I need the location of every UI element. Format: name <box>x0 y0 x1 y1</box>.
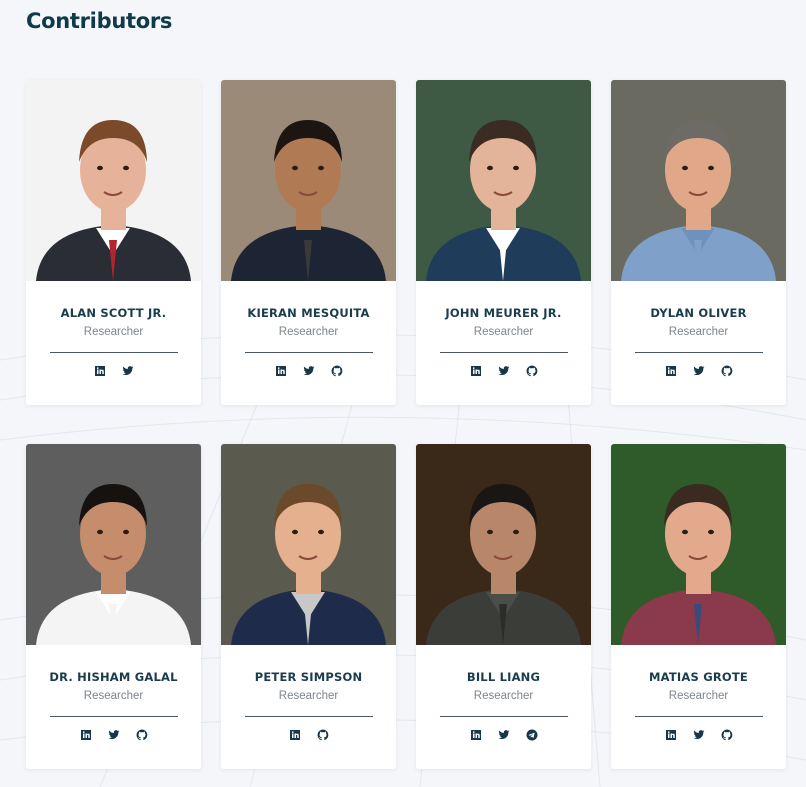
contributor-name: MATIAS GROTE <box>649 670 748 684</box>
contributor-role: Researcher <box>278 326 339 338</box>
divider <box>244 352 373 353</box>
contributor-card: DYLAN OLIVER Researcher <box>611 80 786 405</box>
divider <box>634 716 763 717</box>
contributor-card: BILL LIANG Researcher <box>416 444 591 769</box>
linkedin-icon[interactable] <box>93 364 106 377</box>
contributor-photo <box>416 444 591 645</box>
twitter-icon[interactable] <box>121 364 134 377</box>
divider <box>634 352 763 353</box>
contributor-role: Researcher <box>473 326 534 338</box>
contributor-card: DR. HISHAM GALAL Researcher <box>26 444 201 769</box>
twitter-icon[interactable] <box>692 364 705 377</box>
github-icon[interactable] <box>720 364 733 377</box>
contributor-card: MATIAS GROTE Researcher <box>611 444 786 769</box>
linkedin-icon[interactable] <box>79 728 92 741</box>
contributor-card: ALAN SCOTT JR. Researcher <box>26 80 201 405</box>
social-links <box>221 728 396 741</box>
social-links <box>416 728 591 741</box>
social-links <box>416 364 591 377</box>
contributors-grid: ALAN SCOTT JR. Researcher KIERAN MESQUITA… <box>0 0 806 787</box>
contributor-name: KIERAN MESQUITA <box>247 306 370 320</box>
contributor-role: Researcher <box>278 690 339 702</box>
twitter-icon[interactable] <box>302 364 315 377</box>
contributor-photo <box>26 444 201 645</box>
divider <box>439 716 568 717</box>
social-links <box>26 364 201 377</box>
social-links <box>26 728 201 741</box>
contributor-role: Researcher <box>668 690 729 702</box>
contributor-name: DYLAN OLIVER <box>650 306 747 320</box>
contributor-card: JOHN MEURER JR. Researcher <box>416 80 591 405</box>
linkedin-icon[interactable] <box>664 728 677 741</box>
contributor-name: ALAN SCOTT JR. <box>60 306 167 320</box>
divider <box>439 352 568 353</box>
social-links <box>221 364 396 377</box>
github-icon[interactable] <box>330 364 343 377</box>
github-icon[interactable] <box>525 364 538 377</box>
linkedin-icon[interactable] <box>469 364 482 377</box>
contributor-photo <box>416 80 591 281</box>
github-icon[interactable] <box>135 728 148 741</box>
divider <box>49 716 178 717</box>
divider <box>244 716 373 717</box>
twitter-icon[interactable] <box>497 364 510 377</box>
contributor-card: KIERAN MESQUITA Researcher <box>221 80 396 405</box>
github-icon[interactable] <box>316 728 329 741</box>
contributor-role: Researcher <box>83 690 144 702</box>
contributor-name: PETER SIMPSON <box>254 670 363 684</box>
github-icon[interactable] <box>720 728 733 741</box>
linkedin-icon[interactable] <box>274 364 287 377</box>
linkedin-icon[interactable] <box>664 364 677 377</box>
contributor-name: JOHN MEURER JR. <box>445 306 562 320</box>
contributor-photo <box>611 444 786 645</box>
social-links <box>611 728 786 741</box>
twitter-icon[interactable] <box>107 728 120 741</box>
contributor-photo <box>26 80 201 281</box>
contributor-role: Researcher <box>83 326 144 338</box>
contributor-role: Researcher <box>473 690 534 702</box>
contributor-name: BILL LIANG <box>466 670 541 684</box>
contributor-photo <box>221 444 396 645</box>
contributor-card: PETER SIMPSON Researcher <box>221 444 396 769</box>
linkedin-icon[interactable] <box>288 728 301 741</box>
contributor-photo <box>221 80 396 281</box>
linkedin-icon[interactable] <box>469 728 482 741</box>
twitter-icon[interactable] <box>497 728 510 741</box>
telegram-icon[interactable] <box>525 728 538 741</box>
social-links <box>611 364 786 377</box>
divider <box>49 352 178 353</box>
contributor-role: Researcher <box>668 326 729 338</box>
twitter-icon[interactable] <box>692 728 705 741</box>
contributor-photo <box>611 80 786 281</box>
contributor-name: DR. HISHAM GALAL <box>49 670 178 684</box>
